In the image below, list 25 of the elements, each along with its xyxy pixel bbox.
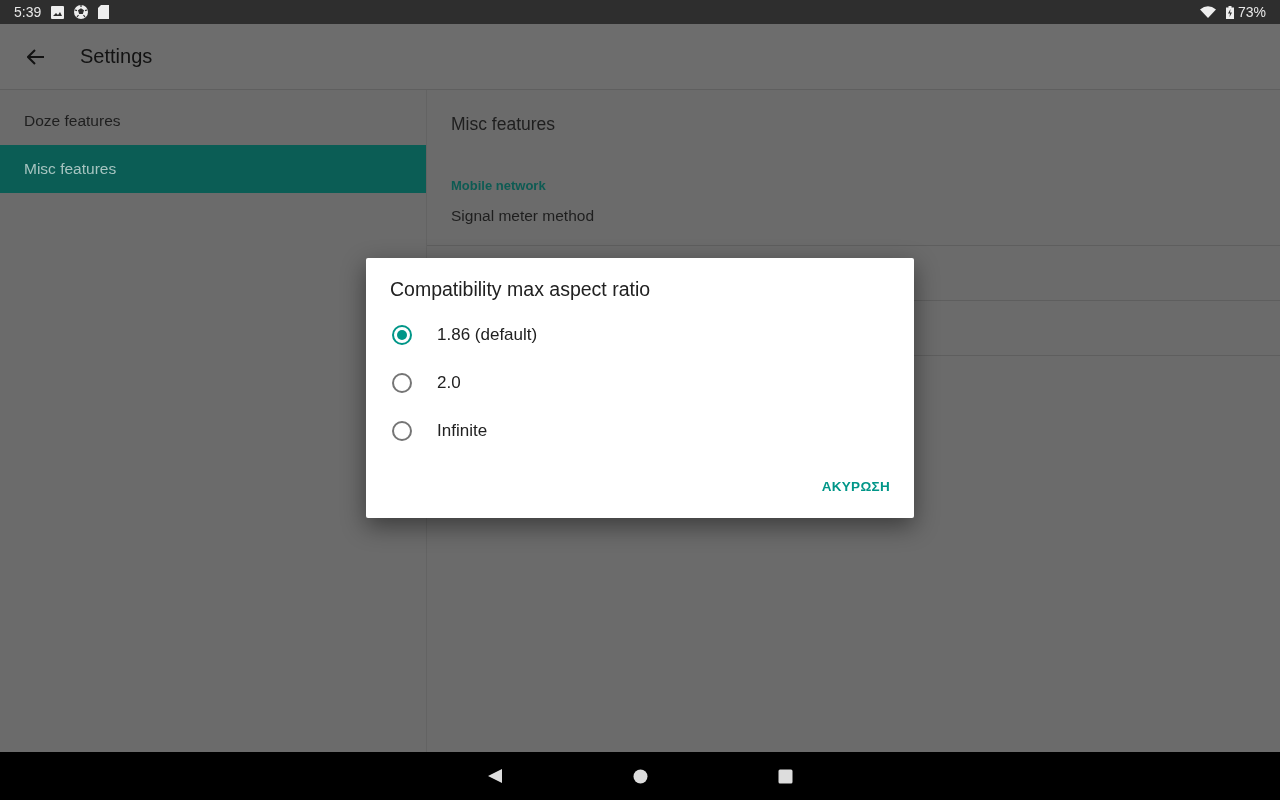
home-nav-button[interactable]	[633, 768, 648, 784]
category-header: Mobile network	[450, 177, 547, 194]
sidebar-item[interactable]: Misc features	[0, 145, 426, 193]
radio-button[interactable]	[392, 421, 412, 441]
preference-item[interactable]: Signal meter method	[427, 194, 1280, 246]
back-arrow-icon	[27, 48, 45, 65]
radio-button[interactable]	[392, 325, 412, 345]
radio-option[interactable]: 1.86 (default)	[390, 311, 890, 359]
back-nav-button[interactable]	[487, 768, 503, 784]
wifi-icon	[1199, 6, 1216, 18]
battery-icon	[1225, 5, 1234, 19]
recents-nav-button[interactable]	[778, 768, 793, 784]
sd-card-icon	[98, 5, 110, 19]
app-title: Settings	[80, 45, 153, 68]
radio-button[interactable]	[392, 373, 412, 393]
soccer-ball-icon	[74, 5, 89, 19]
clock: 5:39	[14, 4, 42, 20]
radio-option[interactable]: 2.0	[390, 359, 890, 407]
section-title: Misc features	[450, 113, 557, 136]
sidebar-item[interactable]: Doze features	[0, 97, 426, 145]
battery-percentage: 73%	[1237, 4, 1266, 20]
radio-option[interactable]: Infinite	[390, 407, 890, 455]
cancel-button[interactable]: ΑΚΥΡΩΣΗ	[821, 471, 890, 502]
dialog-title: Compatibility max aspect ratio	[390, 278, 652, 301]
image-icon	[51, 5, 65, 19]
